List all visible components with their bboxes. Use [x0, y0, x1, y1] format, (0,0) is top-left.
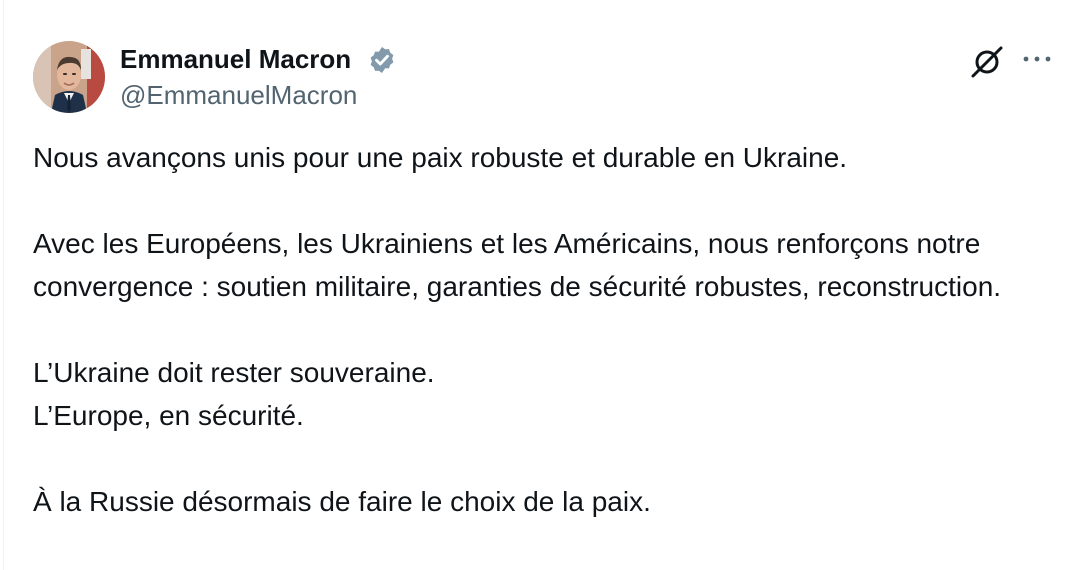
- tweet-paragraph-3: L’Ukraine doit rester souveraine. L’Euro…: [33, 351, 1053, 437]
- grok-icon: [968, 46, 1006, 84]
- left-border-divider: [3, 0, 4, 570]
- tweet-line: L’Ukraine doit rester souveraine.: [33, 357, 435, 388]
- grok-button[interactable]: [968, 42, 1006, 80]
- more-options-button[interactable]: [1018, 42, 1056, 76]
- more-options-icon: [1018, 56, 1056, 80]
- tweet-paragraph-2: Avec les Européens, les Ukrainiens et le…: [33, 222, 1053, 308]
- author-name[interactable]: Emmanuel Macron: [120, 44, 351, 74]
- avatar[interactable]: [33, 41, 105, 113]
- tweet-line: Nous avançons unis pour une paix robuste…: [33, 142, 848, 173]
- tweet-paragraph-1: Nous avançons unis pour une paix robuste…: [33, 136, 1053, 179]
- tweet-line: Avec les Européens, les Ukrainiens et le…: [33, 228, 1002, 302]
- author-handle[interactable]: @EmmanuelMacron: [120, 80, 357, 110]
- tweet-paragraph-4: À la Russie désormais de faire le choix …: [33, 480, 1053, 523]
- verified-badge-icon[interactable]: [367, 45, 397, 75]
- tweet-text: Nous avançons unis pour une paix robuste…: [33, 136, 1053, 566]
- tweet-line: À la Russie désormais de faire le choix …: [33, 486, 651, 517]
- tweet-line: L’Europe, en sécurité.: [33, 400, 304, 431]
- tweet-card: Emmanuel Macron @EmmanuelMacron Nous ava…: [0, 0, 1078, 570]
